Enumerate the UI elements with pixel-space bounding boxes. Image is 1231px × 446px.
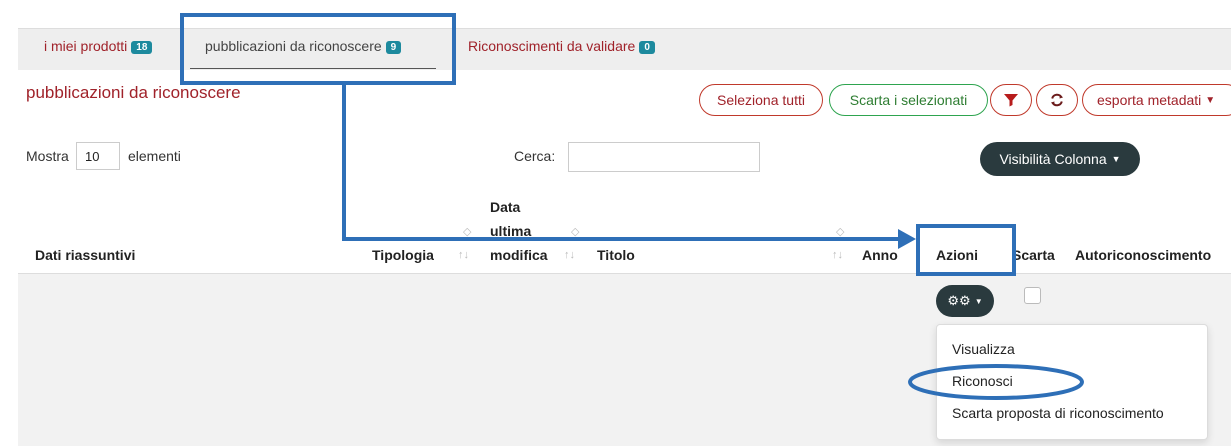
actions-button[interactable]: ⚙⚙ ▼	[936, 285, 994, 317]
col-last-modified-line1[interactable]: Data	[490, 199, 520, 215]
column-visibility-button[interactable]: Visibilità Colonna ▼	[980, 142, 1140, 176]
discard-checkbox[interactable]	[1024, 287, 1041, 304]
col-self-recognition: Autoriconoscimento	[1075, 247, 1212, 263]
select-all-button[interactable]: Seleziona tutti	[699, 84, 823, 116]
col-last-modified-line3[interactable]: modifica	[490, 247, 548, 263]
annotation-arrow-horizontal	[342, 237, 902, 241]
length-menu-suffix: elementi	[128, 148, 181, 164]
count-badge: 0	[639, 41, 655, 54]
refresh-icon	[1051, 93, 1063, 107]
search-label: Cerca:	[514, 148, 556, 164]
export-metadata-label: esporta metadati	[1097, 92, 1202, 108]
col-summary[interactable]: Dati riassuntivi	[35, 247, 135, 263]
sort-icon: ↑↓	[564, 249, 575, 261]
caret-down-icon: ▼	[974, 296, 983, 306]
tab-my-products[interactable]: i miei prodotti 18	[44, 38, 153, 54]
col-year[interactable]: Anno	[862, 247, 898, 263]
filter-button[interactable]	[990, 84, 1032, 116]
caret-down-icon: ▼	[1205, 94, 1216, 106]
col-type[interactable]: Tipologia	[372, 247, 434, 263]
length-menu-select[interactable]: 10	[76, 142, 120, 170]
panel-title: pubblicazioni da riconoscere	[26, 83, 241, 102]
export-metadata-button[interactable]: esporta metadati ▼	[1082, 84, 1231, 116]
column-visibility-label: Visibilità Colonna	[999, 151, 1107, 167]
refresh-button[interactable]	[1036, 84, 1078, 116]
menu-item-view[interactable]: Visualizza	[952, 341, 1015, 357]
col-title[interactable]: Titolo	[597, 247, 635, 263]
annotation-ellipse	[908, 364, 1084, 400]
menu-item-discard-proposal[interactable]: Scarta proposta di riconoscimento	[952, 405, 1164, 421]
annotation-arrow-vertical	[342, 85, 346, 241]
annotation-box-actions	[916, 224, 1016, 276]
length-menu-prefix: Mostra	[26, 148, 69, 164]
caret-down-icon: ▼	[1111, 154, 1121, 164]
discard-selected-label: Scarta i selezionati	[849, 92, 968, 108]
filter-icon	[1004, 94, 1018, 107]
annotation-box-tab	[180, 13, 456, 85]
count-badge: 18	[131, 41, 153, 54]
tab-recognitions-to-validate[interactable]: Riconoscimenti da validare 0	[468, 38, 655, 54]
sort-icon: ↑↓	[832, 249, 843, 261]
tab-label: i miei prodotti	[44, 38, 128, 54]
search-input[interactable]	[568, 142, 760, 172]
gears-icon: ⚙⚙	[947, 293, 971, 308]
sort-icon: ↑↓	[458, 249, 469, 261]
col-discard: Scarta	[1012, 247, 1055, 263]
discard-selected-button[interactable]: Scarta i selezionati	[829, 84, 988, 116]
annotation-arrowhead	[898, 229, 916, 249]
select-all-label: Seleziona tutti	[717, 92, 805, 108]
tab-label: Riconoscimenti da validare	[468, 38, 636, 54]
